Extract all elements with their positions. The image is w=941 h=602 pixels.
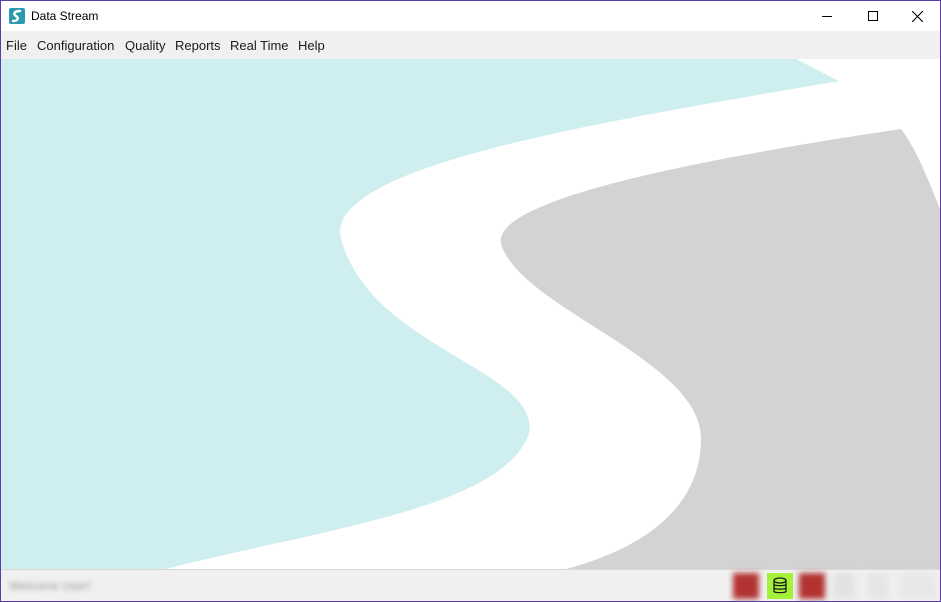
database-icon [773, 577, 787, 594]
minimize-button[interactable] [804, 1, 850, 31]
menu-reports[interactable]: Reports [175, 38, 221, 53]
splash-canvas [1, 59, 940, 569]
menu-file[interactable]: File [6, 38, 27, 53]
app-window: Data Stream File Configuration Quality R… [0, 0, 941, 602]
menu-help[interactable]: Help [298, 38, 325, 53]
status-indicator [899, 573, 937, 599]
status-bar: Welcome User! [1, 569, 940, 601]
brand-swoosh-graphic [1, 59, 940, 569]
database-status-button[interactable] [767, 573, 793, 599]
close-icon [911, 10, 923, 22]
error-indicator[interactable] [799, 573, 825, 599]
alert-indicator[interactable] [733, 573, 759, 599]
window-title: Data Stream [31, 9, 99, 23]
status-indicator [833, 573, 855, 599]
close-button[interactable] [894, 1, 940, 31]
app-logo-icon [9, 8, 25, 24]
maximize-icon [868, 11, 878, 21]
status-indicator [867, 573, 889, 599]
minimize-icon [822, 16, 832, 17]
title-bar[interactable]: Data Stream [1, 1, 940, 31]
menu-real-time[interactable]: Real Time [230, 38, 289, 53]
status-message: Welcome User! [9, 579, 91, 593]
maximize-button[interactable] [850, 1, 896, 31]
menu-quality[interactable]: Quality [125, 38, 165, 53]
gray-swoosh-shape [500, 129, 940, 569]
menu-configuration[interactable]: Configuration [37, 38, 114, 53]
menu-bar: File Configuration Quality Reports Real … [1, 31, 940, 59]
